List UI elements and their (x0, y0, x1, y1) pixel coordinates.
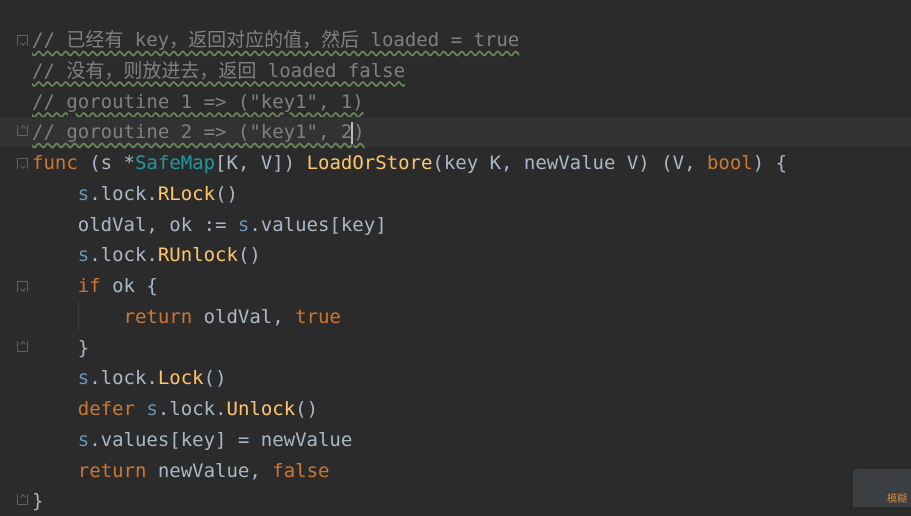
code-line[interactable]: return newValue, false (0, 456, 911, 486)
code-token: defer (77, 398, 135, 420)
code-token: .lock. (89, 244, 158, 267)
code-text: return newValue, false (32, 456, 330, 486)
code-token: () (295, 398, 319, 420)
code-token: } (32, 336, 90, 359)
code-token: true (295, 305, 341, 328)
code-token: return (77, 459, 147, 482)
code-editor[interactable]: // 已经有 key，返回对应的值，然后 loaded = true // 没有，… (0, 0, 911, 512)
code-token: return (123, 305, 193, 328)
fold-end-icon[interactable] (17, 125, 28, 137)
code-token: s (77, 428, 90, 451)
code-token: newValue, (146, 459, 273, 482)
code-token: [K, V]) (215, 152, 307, 174)
fold-end-icon[interactable] (17, 340, 28, 352)
code-token: () (215, 182, 238, 205)
overlay-text: 模糊 (887, 494, 907, 505)
code-line[interactable]: if ok { (0, 271, 911, 301)
code-token: () (203, 367, 227, 390)
code-token: LoadOrStore (306, 152, 433, 174)
fold-start-icon[interactable] (17, 35, 28, 46)
code-token: (key K, newValue V) (V, (432, 152, 707, 174)
code-text: // 没有，则放进去，返回 loaded false (32, 56, 405, 86)
code-token: () (237, 244, 261, 267)
fold-end-icon[interactable] (17, 494, 28, 506)
code-text: defer s.lock.Unlock() (32, 394, 318, 424)
code-token: // goroutine 2 => ("key1", 2 (32, 121, 353, 144)
code-token: s (237, 213, 250, 236)
code-line[interactable]: } (0, 486, 911, 516)
code-token: .lock. (157, 398, 227, 420)
code-token: ) { (752, 152, 788, 174)
code-line[interactable]: func (s *SafeMap[K, V]) LoadOrStore(key … (0, 148, 911, 178)
code-text: if ok { (32, 271, 158, 301)
code-line[interactable]: defer s.lock.Unlock() (0, 394, 911, 424)
code-text: s.lock.RLock() (32, 179, 238, 209)
code-token: ok { (100, 275, 158, 297)
code-text: // 已经有 key，返回对应的值，然后 loaded = true (32, 25, 519, 55)
code-token: .lock. (89, 367, 158, 390)
indent-guide (78, 301, 79, 331)
code-text: } (32, 333, 89, 363)
code-line[interactable]: s.lock.RUnlock() (0, 240, 911, 270)
code-line[interactable]: // goroutine 1 => ("key1", 1) (0, 87, 911, 117)
code-line[interactable]: s.values[key] = newValue (0, 425, 911, 455)
code-token: .values[key] (249, 213, 387, 236)
code-text: s.lock.RUnlock() (32, 240, 261, 270)
code-text: func (s *SafeMap[K, V]) LoadOrStore(key … (32, 148, 787, 178)
code-text: // goroutine 2 => ("key1", 2) (32, 117, 365, 147)
code-text: oldVal, ok := s.values[key] (32, 210, 387, 240)
code-text: s.lock.Lock() (32, 363, 227, 393)
code-token: func (32, 152, 78, 174)
code-token: oldVal, (192, 305, 296, 328)
code-token: oldVal, ok := (32, 213, 238, 236)
code-text: } (32, 486, 43, 516)
code-token: bool (706, 152, 753, 174)
code-token: s (77, 367, 90, 390)
code-token: .lock. (89, 182, 158, 205)
code-token: Lock (157, 367, 204, 390)
code-line[interactable]: // 已经有 key，返回对应的值，然后 loaded = true (0, 25, 911, 55)
code-token: RUnlock (157, 244, 238, 267)
code-token: if (77, 275, 101, 297)
fold-start-icon[interactable] (17, 158, 28, 169)
code-token: // 已经有 key，返回对应的值，然后 loaded = true (32, 29, 520, 51)
code-text: // goroutine 1 => ("key1", 1) (32, 87, 364, 117)
code-line[interactable]: } (0, 333, 911, 363)
code-token: false (272, 459, 330, 482)
code-token: s (146, 398, 158, 420)
code-token: s (77, 244, 90, 267)
code-token: } (32, 490, 44, 513)
watermark-overlay: 模糊 (853, 469, 911, 507)
code-token: (s * (77, 152, 135, 174)
code-token: s (77, 182, 90, 205)
code-line[interactable]: oldVal, ok := s.values[key] (0, 210, 911, 240)
fold-start-icon[interactable] (17, 281, 28, 292)
code-line[interactable]: return oldVal, true (0, 302, 911, 332)
code-token: ) (353, 121, 365, 144)
code-line[interactable]: // goroutine 2 => ("key1", 2) (0, 117, 911, 148)
code-token: // goroutine 1 => ("key1", 1) (32, 90, 364, 113)
code-token: // 没有，则放进去，返回 loaded false (32, 59, 406, 82)
code-line[interactable]: s.lock.Lock() (0, 363, 911, 393)
code-line[interactable]: // 没有，则放进去，返回 loaded false (0, 56, 911, 86)
code-token: SafeMap (134, 152, 216, 174)
code-text: s.values[key] = newValue (32, 425, 353, 455)
code-line[interactable]: s.lock.RLock() (0, 179, 911, 209)
code-token: .values[key] = newValue (89, 428, 353, 451)
code-token: Unlock (226, 398, 296, 420)
code-token: RLock (157, 182, 216, 205)
